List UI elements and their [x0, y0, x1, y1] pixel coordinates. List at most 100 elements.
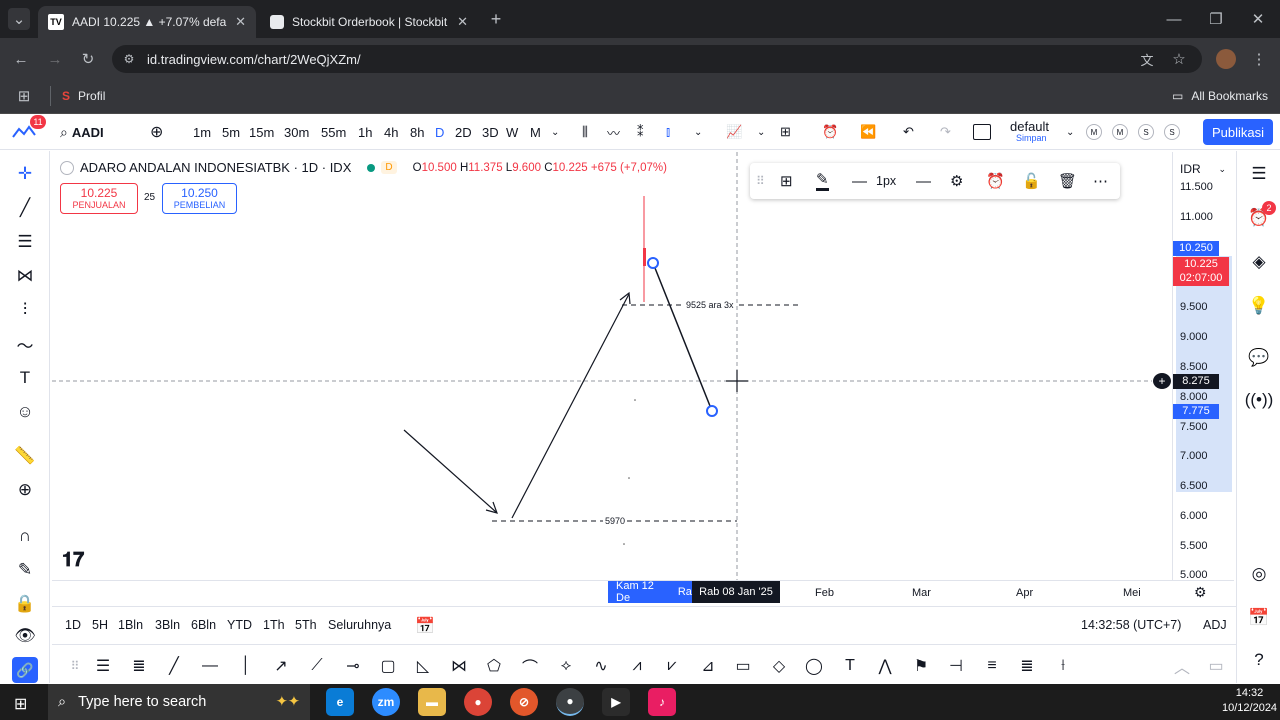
- range-6bln[interactable]: 6Bln: [191, 618, 216, 632]
- compare-add-icon[interactable]: ⊕: [150, 114, 163, 150]
- price-range-icon[interactable]: ≡: [981, 655, 1003, 677]
- annotation-bottom-label[interactable]: 5970: [603, 516, 628, 526]
- gann-box-icon[interactable]: ⊿: [697, 655, 719, 677]
- interval-1m[interactable]: 1m: [193, 125, 211, 140]
- currency-dropdown[interactable]: IDR ⌄: [1176, 158, 1230, 180]
- crosshair-icon[interactable]: ✛: [12, 161, 38, 187]
- url-field[interactable]: ⚙ id.tradingview.com/chart/2WeQjXZm/ 文 ☆: [112, 45, 1202, 73]
- annotation-top-label[interactable]: 9525 ara 3x: [684, 300, 736, 310]
- emoji-icon[interactable]: ☺: [12, 399, 38, 425]
- all-bookmarks[interactable]: ▭ All Bookmarks: [1172, 89, 1268, 103]
- bookmark-profil[interactable]: S Profil: [62, 89, 105, 103]
- goto-date-calendar-icon[interactable]: 📅: [415, 616, 435, 636]
- drag-handle-icon[interactable]: ⠿: [756, 174, 765, 188]
- add-alert-plus-icon[interactable]: +: [1153, 373, 1171, 389]
- translate-icon[interactable]: 文: [1138, 50, 1156, 68]
- chrome-icon[interactable]: ●: [464, 688, 492, 716]
- template-add-icon[interactable]: ⊞: [780, 172, 793, 190]
- hollow-candles-icon[interactable]: ⁑: [637, 114, 644, 150]
- delete-trash-icon[interactable]: 🗑: [1058, 172, 1077, 190]
- xabcd-pattern-icon[interactable]: ⋈: [448, 655, 470, 677]
- rectangle-icon[interactable]: ▢: [377, 655, 399, 677]
- fib-time-icon[interactable]: ≣: [128, 655, 150, 677]
- curve-icon[interactable]: ⌒: [519, 655, 541, 677]
- quick-button[interactable]: S: [1164, 124, 1180, 140]
- path-icon[interactable]: ⟡: [555, 655, 577, 677]
- range-5h[interactable]: 5H: [92, 618, 108, 632]
- horizontal-line-icon[interactable]: ⊸: [342, 655, 364, 677]
- stay-drawing-icon[interactable]: ✎: [12, 557, 38, 583]
- quick-button[interactable]: M: [1086, 124, 1102, 140]
- edge-icon[interactable]: e: [326, 688, 354, 716]
- ruler-icon[interactable]: 📏: [12, 443, 38, 469]
- long-position-icon[interactable]: ≣: [1016, 655, 1038, 677]
- site-info-icon[interactable]: ⚙: [120, 50, 138, 68]
- ideas-lightbulb-icon[interactable]: 💡: [1246, 293, 1272, 319]
- brush-icon[interactable]: 〜: [12, 331, 38, 357]
- interval-15m[interactable]: 15m: [249, 125, 274, 140]
- profile-avatar[interactable]: [1216, 49, 1236, 69]
- lock-icon[interactable]: 🔓: [1022, 172, 1041, 190]
- file-explorer-icon[interactable]: ▬: [418, 688, 446, 716]
- bar-style-icon[interactable]: ⫼: [582, 114, 588, 150]
- range-5th[interactable]: 5Th: [295, 618, 317, 632]
- adj-toggle[interactable]: ADJ: [1203, 618, 1227, 632]
- ray-icon[interactable]: ⟋: [306, 655, 328, 677]
- symbol-search[interactable]: ⌕ AADI: [60, 114, 104, 150]
- collapse-up-icon[interactable]: ︿: [1171, 655, 1193, 677]
- circle-icon[interactable]: ◯: [803, 655, 825, 677]
- head-shoulders-icon[interactable]: ⋀: [874, 655, 896, 677]
- clock-timezone[interactable]: 14:32:58 (UTC+7): [1081, 618, 1181, 632]
- link-icon[interactable]: 🔗: [12, 657, 38, 683]
- chat-icon[interactable]: 💬: [1246, 345, 1272, 371]
- callout-icon[interactable]: ▭: [732, 655, 754, 677]
- range-1bln[interactable]: 1Bln: [118, 618, 143, 632]
- windows-start-icon[interactable]: ⊞: [14, 694, 27, 714]
- line-color-icon[interactable]: ✎: [816, 171, 829, 191]
- sell-button[interactable]: 10.225 PENJUALAN: [60, 183, 138, 214]
- buy-button[interactable]: 10.250 PEMBELIAN: [162, 183, 237, 214]
- chevron-down-icon[interactable]: ⌄: [551, 114, 559, 150]
- interval-D[interactable]: D: [435, 125, 444, 140]
- delay-badge[interactable]: D: [381, 161, 397, 174]
- system-clock[interactable]: 14:32 10/12/2024: [1222, 686, 1277, 716]
- interval-1h[interactable]: 1h: [358, 125, 372, 140]
- arrow-tool-icon[interactable]: ↗: [270, 655, 292, 677]
- publish-button[interactable]: Publikasi: [1203, 119, 1273, 145]
- chevron-down-icon[interactable]: ⌄: [757, 114, 765, 150]
- date-range-icon[interactable]: ⊣: [945, 655, 967, 677]
- price-axis[interactable]: IDR ⌄ 11.500 11.000 9.500 9.000 8.500 8.000 7.5…: [1172, 152, 1234, 581]
- trend-line-icon[interactable]: ╱: [12, 195, 38, 221]
- interval-3D[interactable]: 3D: [482, 125, 499, 140]
- forecast-icon[interactable]: ⫶: [12, 297, 38, 323]
- tab-stockbit[interactable]: Stockbit Orderbook | Stockbit - ✕: [260, 6, 478, 38]
- more-options-icon[interactable]: ⋯: [1093, 172, 1108, 190]
- help-icon[interactable]: ?: [1246, 647, 1272, 673]
- interval-2D[interactable]: 2D: [455, 125, 472, 140]
- zoom-in-icon[interactable]: ⊕: [12, 477, 38, 503]
- interval-W[interactable]: W: [506, 125, 518, 140]
- new-tab-icon[interactable]: +: [484, 8, 508, 30]
- trend-line-icon[interactable]: ╱: [163, 655, 185, 677]
- video-app-icon[interactable]: ▶: [602, 688, 630, 716]
- lock-icon[interactable]: 🔒: [12, 591, 38, 617]
- streams-icon[interactable]: ((•)): [1245, 387, 1274, 413]
- flag-mark-icon[interactable]: ⚑: [910, 655, 932, 677]
- elliott-wave-icon[interactable]: ∿: [590, 655, 612, 677]
- measure-icon[interactable]: ⟊: [1052, 655, 1074, 677]
- templates-icon[interactable]: ⊞: [780, 114, 791, 150]
- tab-search-icon[interactable]: ⌄: [8, 8, 30, 30]
- app-orange-icon[interactable]: ⊘: [510, 688, 538, 716]
- close-tab-icon[interactable]: ✕: [235, 14, 246, 30]
- close-window-icon[interactable]: ✕: [1246, 8, 1270, 30]
- chart-settings-icon[interactable]: ⚙: [1194, 584, 1207, 601]
- taskbar-search[interactable]: ⌕ Type here to search ✦✦: [48, 684, 310, 720]
- tiktok-icon[interactable]: ♪: [648, 688, 676, 716]
- chart-pane[interactable]: 𝟏𝟕 9525 ara 3x 5970 ADARO ANDALAN INDONE…: [52, 152, 1170, 580]
- interval-M[interactable]: M: [530, 125, 541, 140]
- vertical-line-icon[interactable]: │: [235, 655, 257, 677]
- tab-tradingview[interactable]: TV AADI 10.225 ▲ +7.07% default ✕: [38, 6, 256, 38]
- interval-5m[interactable]: 5m: [222, 125, 240, 140]
- rotated-rect-icon[interactable]: ◇: [768, 655, 790, 677]
- parallel-channel-icon[interactable]: ⬠: [483, 655, 505, 677]
